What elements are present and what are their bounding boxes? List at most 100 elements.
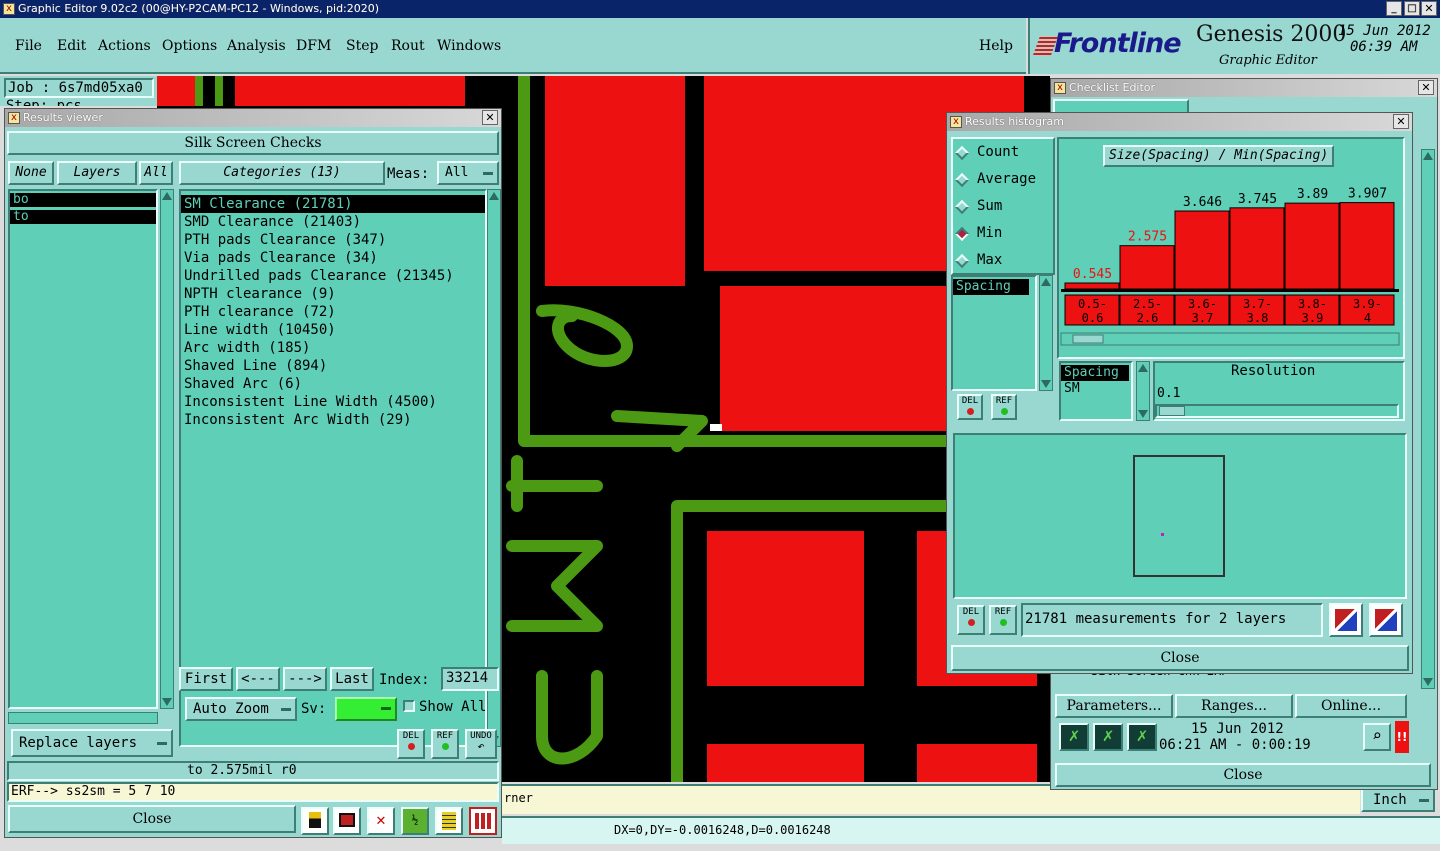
meas-dropdown[interactable]: All xyxy=(437,161,499,185)
first-button[interactable]: First xyxy=(179,667,233,691)
auto-zoom-dropdown[interactable]: Auto Zoom xyxy=(185,697,297,721)
pcb-marker xyxy=(710,424,722,431)
layer-stack-icon[interactable] xyxy=(301,807,329,835)
sv-color-dropdown[interactable] xyxy=(335,697,397,721)
menu-step[interactable]: Step xyxy=(346,38,378,54)
histogram-bar[interactable] xyxy=(1119,245,1175,290)
zoom-back-icon[interactable] xyxy=(1369,603,1403,637)
checklist-editor-close-icon[interactable]: ✕ xyxy=(1418,80,1434,95)
histogram-close-button[interactable]: Close xyxy=(951,645,1409,671)
replace-layers-dropdown[interactable]: Replace layers xyxy=(11,729,173,757)
resolution-slider-thumb[interactable] xyxy=(1159,406,1185,416)
category-item[interactable]: Undrilled pads Clearance (21345) xyxy=(181,267,485,285)
run-check-icon-1[interactable]: ✗ xyxy=(1059,723,1089,751)
category-item[interactable]: Via pads Clearance (34) xyxy=(181,249,485,267)
hist-del-button-upper[interactable]: DEL xyxy=(957,394,983,420)
resolution-slider[interactable] xyxy=(1155,404,1399,418)
category-item[interactable]: SMD Clearance (21403) xyxy=(181,213,485,231)
units-dropdown[interactable]: Inch xyxy=(1361,788,1435,812)
maximize-button[interactable]: □ xyxy=(1404,1,1420,16)
prev-button[interactable]: <--- xyxy=(236,667,280,691)
category-item[interactable]: Arc width (185) xyxy=(181,339,485,357)
menu-help[interactable]: Help xyxy=(979,38,1013,54)
none-button[interactable]: None xyxy=(8,161,54,185)
menu-analysis[interactable]: Analysis xyxy=(227,38,286,54)
menu-actions[interactable]: Actions xyxy=(98,38,151,54)
hist-ref-button[interactable]: REF xyxy=(989,605,1017,635)
histogram-bin-label: 3.7- xyxy=(1243,297,1272,311)
category-item[interactable]: Inconsistent Line Width (4500) xyxy=(181,393,485,411)
last-button[interactable]: Last xyxy=(330,667,374,691)
checklist-vscroll[interactable] xyxy=(1421,149,1435,689)
run-check-icon-2[interactable]: ✗ xyxy=(1093,723,1123,751)
category-item[interactable]: Inconsistent Arc Width (29) xyxy=(181,411,485,429)
categories-list[interactable]: SM Clearance (21781) SMD Clearance (2140… xyxy=(179,189,487,747)
layer-item-to[interactable]: to xyxy=(10,210,156,224)
histogram-value-label: 3.745 xyxy=(1238,192,1277,207)
histogram-bar[interactable] xyxy=(1229,207,1285,290)
replace-layers-label: Replace layers xyxy=(19,735,138,751)
layers-button[interactable]: Layers xyxy=(57,161,137,185)
menu-options[interactable]: Options xyxy=(162,38,217,54)
subselection-list[interactable]: Spacing SM xyxy=(1059,361,1133,421)
results-viewer-close-icon[interactable]: ✕ xyxy=(482,110,498,125)
ref-cancel-icon[interactable]: ✕ xyxy=(367,807,395,835)
menu-windows[interactable]: Windows xyxy=(437,38,501,54)
categories-button[interactable]: Categories (13) xyxy=(179,161,385,185)
subsel-sm[interactable]: SM xyxy=(1061,381,1131,397)
layers-list[interactable]: bo to xyxy=(8,189,158,709)
subsel-spacing[interactable]: Spacing xyxy=(1061,365,1129,381)
menu-edit[interactable]: Edit xyxy=(57,38,86,54)
undo-results-button[interactable]: UNDO ↶ xyxy=(465,729,497,759)
layer-item-bo[interactable]: bo xyxy=(10,193,156,207)
histogram-bar[interactable] xyxy=(1284,202,1340,290)
histogram-hscroll[interactable] xyxy=(1060,332,1400,346)
layers-hscroll[interactable] xyxy=(8,712,158,724)
menu-file[interactable]: File xyxy=(15,38,42,54)
minimize-button[interactable]: _ xyxy=(1386,1,1402,16)
menu-dfm[interactable]: DFM xyxy=(296,38,331,54)
menu-rout[interactable]: Rout xyxy=(391,38,425,54)
window-title-bar: x Graphic Editor 9.02c2 (00@HY-P2CAM-PC1… xyxy=(0,0,1440,18)
histogram-bar[interactable] xyxy=(1339,202,1395,290)
zoom-icon[interactable]: ⌕ xyxy=(1363,723,1391,751)
histogram-bar[interactable] xyxy=(1174,210,1230,290)
histogram-close-icon[interactable]: ✕ xyxy=(1393,114,1409,129)
histogram-bin-label: 0.5- xyxy=(1078,297,1107,311)
parameter-item-spacing[interactable]: Spacing xyxy=(953,279,1029,295)
ranges-button[interactable]: Ranges... xyxy=(1175,694,1293,718)
sequence-icon[interactable]: ½ xyxy=(401,807,429,835)
run-check-icon-3[interactable]: ✗ xyxy=(1127,723,1157,751)
layers-vscroll[interactable] xyxy=(160,189,174,709)
index-input[interactable]: 33214 xyxy=(441,667,499,691)
histogram-hscroll-thumb[interactable] xyxy=(1072,334,1104,344)
subsel-vscroll[interactable] xyxy=(1136,361,1150,421)
goto-icon[interactable] xyxy=(333,807,361,835)
histogram-icon[interactable] xyxy=(469,807,497,835)
category-item[interactable]: NPTH clearance (9) xyxy=(181,285,485,303)
report-icon[interactable] xyxy=(435,807,463,835)
online-button[interactable]: Online... xyxy=(1295,694,1407,718)
zoom-to-result-icon[interactable] xyxy=(1329,603,1363,637)
category-item[interactable]: Shaved Arc (6) xyxy=(181,375,485,393)
category-item[interactable]: PTH pads Clearance (347) xyxy=(181,231,485,249)
show-all-checkbox[interactable] xyxy=(403,700,415,712)
category-item[interactable]: Shaved Line (894) xyxy=(181,357,485,375)
parameter-list[interactable]: Spacing xyxy=(951,275,1037,391)
hist-ref-button-upper[interactable]: REF xyxy=(991,394,1017,420)
close-button[interactable]: ✕ xyxy=(1421,1,1437,16)
all-layers-button[interactable]: All xyxy=(139,161,173,185)
del-results-button[interactable]: DEL xyxy=(397,729,425,759)
histogram-bar[interactable] xyxy=(1064,282,1120,290)
category-item[interactable]: SM Clearance (21781) xyxy=(181,195,485,213)
parameter-vscroll[interactable] xyxy=(1039,275,1053,391)
parameters-button[interactable]: Parameters... xyxy=(1055,694,1173,718)
hist-del-button[interactable]: DEL xyxy=(957,605,985,635)
next-button[interactable]: ---> xyxy=(283,667,327,691)
category-item[interactable]: PTH clearance (72) xyxy=(181,303,485,321)
categories-vscroll[interactable] xyxy=(487,189,501,747)
checklist-close-button[interactable]: Close xyxy=(1055,763,1431,787)
ref-results-button[interactable]: REF xyxy=(431,729,459,759)
results-viewer-close-button[interactable]: Close xyxy=(8,805,296,833)
category-item[interactable]: Line width (10450) xyxy=(181,321,485,339)
